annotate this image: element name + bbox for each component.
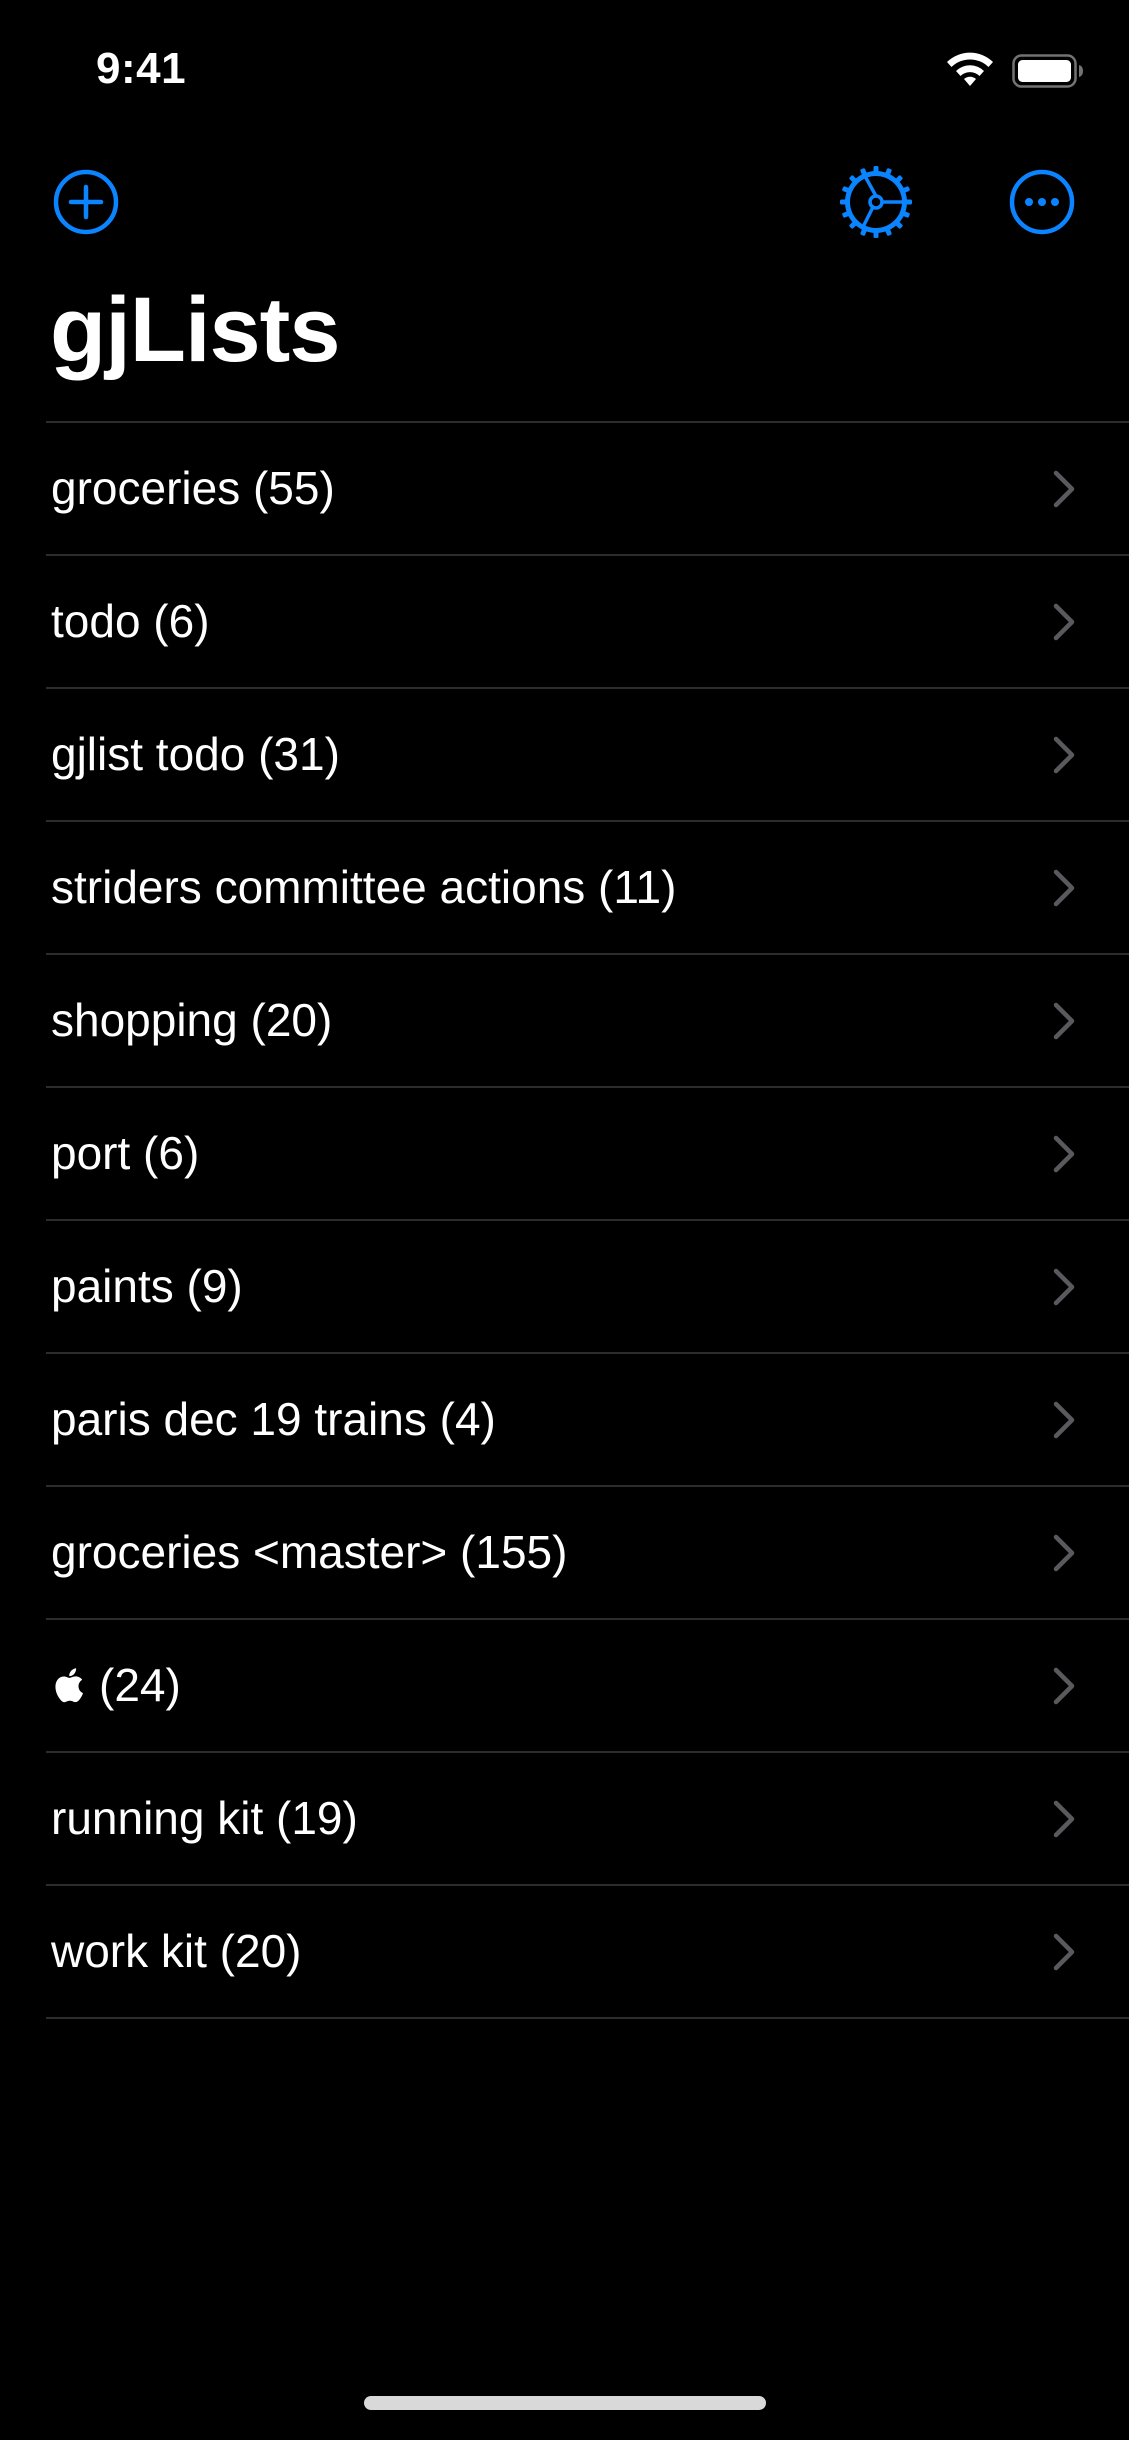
list-item-label: (24) xyxy=(51,1662,181,1708)
list-item[interactable]: running kit (19) xyxy=(46,1751,1129,1884)
list-item[interactable]: todo (6) xyxy=(46,554,1129,687)
list-item-label: running kit (19) xyxy=(51,1795,358,1841)
list-item-label: work kit (20) xyxy=(51,1928,301,1974)
list-item-text: work kit (20) xyxy=(51,1925,302,1977)
list-item-label: groceries <master> (155) xyxy=(51,1529,567,1575)
list-item-text: todo (6) xyxy=(51,595,210,647)
plus-circle-icon xyxy=(53,169,119,235)
list-item[interactable]: paris dec 19 trains (4) xyxy=(46,1352,1129,1485)
lists-table: groceries (55) todo (6) gjlist todo (31) st… xyxy=(46,421,1129,2019)
list-item-label: groceries (55) xyxy=(51,465,335,511)
list-item-label: striders committee actions (11) xyxy=(51,864,676,910)
list-item-label: port (6) xyxy=(51,1130,199,1176)
list-item-label: paints (9) xyxy=(51,1263,243,1309)
list-item-text: running kit (19) xyxy=(51,1792,358,1844)
home-indicator[interactable] xyxy=(364,2396,766,2410)
settings-button[interactable] xyxy=(840,166,912,238)
list-item-label: todo (6) xyxy=(51,598,210,644)
list-item[interactable]: gjlist todo (31) xyxy=(46,687,1129,820)
chevron-right-icon xyxy=(1053,1933,1075,1971)
status-bar: 9:41 xyxy=(0,0,1129,140)
list-item[interactable]: groceries (55) xyxy=(46,421,1129,554)
navigation-bar xyxy=(0,150,1129,250)
chevron-right-icon xyxy=(1053,1401,1075,1439)
chevron-right-icon xyxy=(1053,1268,1075,1306)
chevron-right-icon xyxy=(1053,470,1075,508)
list-item[interactable]: groceries <master> (155) xyxy=(46,1485,1129,1618)
list-item-text: port (6) xyxy=(51,1127,200,1179)
chevron-right-icon xyxy=(1053,603,1075,641)
list-item-label: paris dec 19 trains (4) xyxy=(51,1396,496,1442)
chevron-right-icon xyxy=(1053,1002,1075,1040)
page-title: gjLists xyxy=(50,279,340,381)
list-item-text: paris dec 19 trains (4) xyxy=(51,1393,496,1445)
apple-logo-icon xyxy=(55,1668,83,1703)
list-item-label: shopping (20) xyxy=(51,997,332,1043)
list-item[interactable]: (24) xyxy=(46,1618,1129,1751)
list-item-label: gjlist todo (31) xyxy=(51,731,340,777)
chevron-right-icon xyxy=(1053,869,1075,907)
ellipsis-circle-icon xyxy=(1009,169,1075,235)
list-item-text: gjlist todo (31) xyxy=(51,728,340,780)
list-item-text: groceries (55) xyxy=(51,462,335,514)
more-options-button[interactable] xyxy=(1008,168,1076,236)
list-item[interactable]: port (6) xyxy=(46,1086,1129,1219)
chevron-right-icon xyxy=(1053,1800,1075,1838)
chevron-right-icon xyxy=(1053,1135,1075,1173)
list-item-text: paints (9) xyxy=(51,1260,243,1312)
list-item[interactable]: work kit (20) xyxy=(46,1884,1129,2019)
list-item-text: (24) xyxy=(99,1659,181,1711)
list-item-text: striders committee actions (11) xyxy=(51,861,677,913)
status-time: 9:41 xyxy=(96,44,187,93)
chevron-right-icon xyxy=(1053,1534,1075,1572)
add-list-button[interactable] xyxy=(52,168,120,236)
battery-icon xyxy=(1012,54,1083,88)
list-item-text: groceries <master> (155) xyxy=(51,1526,568,1578)
chevron-right-icon xyxy=(1053,1667,1075,1705)
list-item[interactable]: paints (9) xyxy=(46,1219,1129,1352)
list-item[interactable]: shopping (20) xyxy=(46,953,1129,1086)
chevron-right-icon xyxy=(1053,736,1075,774)
list-item-text: shopping (20) xyxy=(51,994,333,1046)
list-item[interactable]: striders committee actions (11) xyxy=(46,820,1129,953)
gear-icon xyxy=(840,166,912,238)
wifi-icon xyxy=(947,52,993,86)
